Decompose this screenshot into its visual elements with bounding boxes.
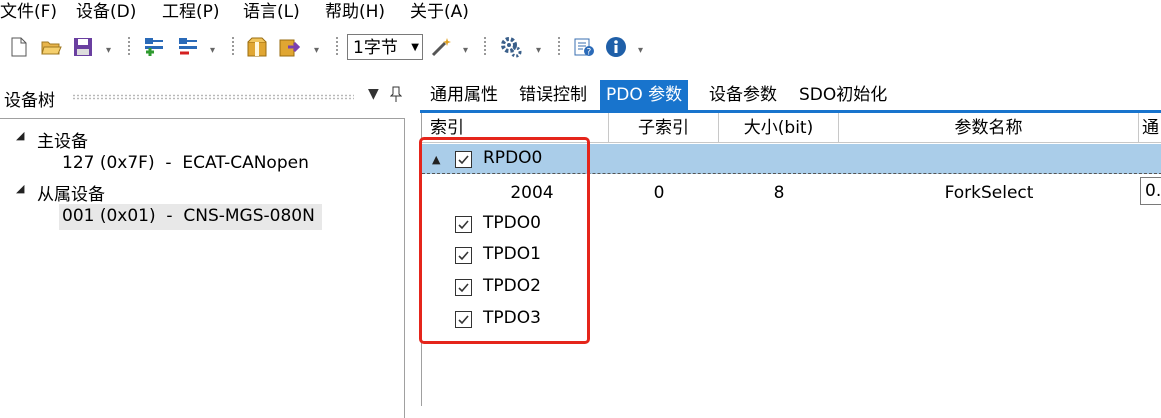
menu-file[interactable]: 文件(F) <box>0 1 57 23</box>
expand-arrow-icon[interactable]: ◢ <box>16 129 24 142</box>
remove-device-icon[interactable] <box>177 36 199 58</box>
tab-pdo[interactable]: PDO 参数 <box>600 80 689 110</box>
byte-size-value: 1字节 <box>353 38 398 58</box>
tab-device-params[interactable]: 设备参数 <box>703 80 783 110</box>
toolbar: ▾ ▾ ▾ 1字节 ▼ ▾ ▾ ? ▾ <box>0 30 1161 68</box>
cell-value-input[interactable]: 0. <box>1140 177 1161 205</box>
chevron-down-icon[interactable]: ▾ <box>210 45 215 56</box>
chevron-down-icon: ▼ <box>411 42 419 53</box>
tab-sdo-init[interactable]: SDO初始化 <box>793 80 893 110</box>
menu-device[interactable]: 设备(D) <box>76 1 136 23</box>
panel-grip[interactable] <box>72 94 354 100</box>
cell-size: 8 <box>773 183 785 203</box>
cell-param-name: ForkSelect <box>944 183 1034 203</box>
byte-size-select[interactable]: 1字节 ▼ <box>347 34 423 60</box>
toolbar-separator <box>558 37 560 57</box>
toolbar-separator <box>232 37 234 57</box>
save-icon[interactable] <box>72 36 94 58</box>
annotation-highlight-box <box>419 137 590 344</box>
expand-arrow-icon[interactable]: ◢ <box>16 182 24 195</box>
menu-language[interactable]: 语言(L) <box>243 1 300 23</box>
pin-icon[interactable] <box>389 86 403 106</box>
col-header-value[interactable]: 通 <box>1139 113 1161 143</box>
cell-subindex: 0 <box>653 183 665 203</box>
menu-project[interactable]: 工程(P) <box>162 1 220 23</box>
menu-help[interactable]: 帮助(H) <box>325 1 385 23</box>
chevron-down-icon[interactable]: ▾ <box>106 45 111 56</box>
toolbar-separator <box>128 37 130 57</box>
wand-icon[interactable] <box>430 36 452 58</box>
settings-icon[interactable] <box>500 36 522 58</box>
col-header-name[interactable]: 参数名称 <box>839 113 1139 143</box>
chevron-down-icon[interactable]: ▾ <box>314 45 319 56</box>
chevron-down-icon[interactable]: ▾ <box>463 45 468 56</box>
package-icon[interactable] <box>246 36 268 58</box>
info-icon[interactable] <box>605 36 627 58</box>
svg-text:?: ? <box>587 48 592 58</box>
col-header-subindex[interactable]: 子索引 <box>609 113 719 143</box>
device-tree-header: 设备树 ▼ <box>0 84 408 111</box>
menu-bar: 文件(F) 设备(D) 工程(P) 语言(L) 帮助(H) 关于(A) <box>0 0 1161 26</box>
device-tree-title: 设备树 <box>4 91 55 111</box>
open-folder-icon[interactable] <box>40 36 62 58</box>
tab-error-control[interactable]: 错误控制 <box>513 80 593 110</box>
add-device-icon[interactable] <box>143 36 165 58</box>
tab-bar: 通用属性 错误控制 PDO 参数 设备参数 SDO初始化 <box>420 80 1161 110</box>
new-file-icon[interactable] <box>8 36 30 58</box>
toolbar-separator <box>336 37 338 57</box>
export-icon[interactable] <box>278 36 301 58</box>
tree-item-master[interactable]: 主设备 <box>37 127 88 152</box>
tab-general[interactable]: 通用属性 <box>424 80 504 110</box>
tree-item-master-device[interactable]: 127 (0x7F) - ECAT-CANopen <box>62 153 309 173</box>
tree-item-slave-device[interactable]: 001 (0x01) - CNS-MGS-080N <box>62 206 315 226</box>
help-icon[interactable]: ? <box>573 36 595 58</box>
toolbar-separator <box>484 37 486 57</box>
chevron-down-icon[interactable]: ▼ <box>368 86 379 102</box>
chevron-down-icon[interactable]: ▾ <box>638 45 643 56</box>
col-header-size[interactable]: 大小(bit) <box>719 113 839 143</box>
tree-item-slave[interactable]: 从属设备 <box>37 180 105 205</box>
chevron-down-icon[interactable]: ▾ <box>536 45 541 56</box>
menu-about[interactable]: 关于(A) <box>410 1 469 23</box>
